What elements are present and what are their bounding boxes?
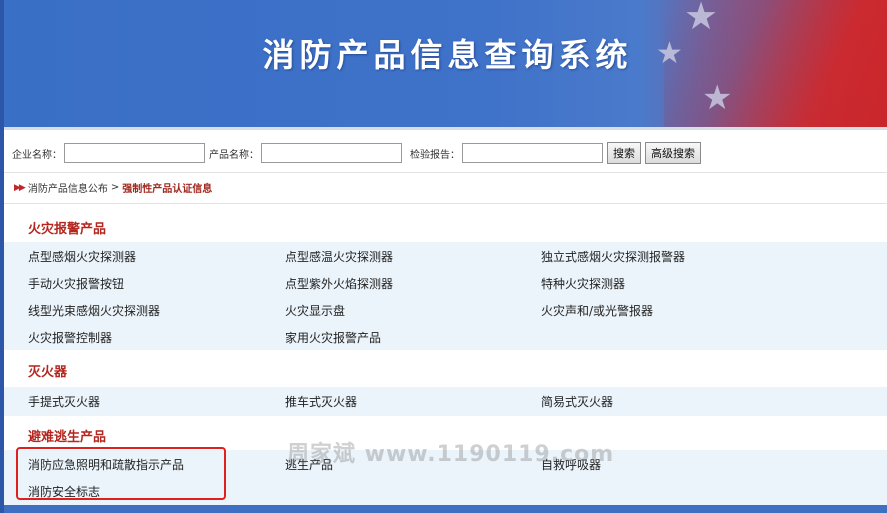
item-row: 线型光束感烟火灾探测器 火灾显示盘 火灾声和/或光警报器: [4, 296, 887, 323]
product-name-label: 产品名称：: [209, 149, 259, 161]
divider: [4, 172, 887, 173]
company-name-label: 企业名称：: [12, 149, 62, 161]
bottom-bar: [4, 505, 887, 513]
category-title-evacuation: 避难逃生产品: [28, 430, 107, 445]
star-icon: ★: [702, 78, 733, 118]
product-link[interactable]: 火灾声和/或光警报器: [541, 302, 653, 319]
banner-divider: [0, 127, 887, 130]
product-link[interactable]: 特种火灾探测器: [541, 275, 625, 292]
breadcrumb-parent-link[interactable]: 消防产品信息公布: [28, 180, 108, 195]
header-banner: ★ ★ ★ 消防产品信息查询系统: [0, 0, 887, 127]
divider: [4, 203, 887, 204]
product-link[interactable]: 点型紫外火焰探测器: [285, 275, 393, 292]
product-link[interactable]: 手动火灾报警按钮: [28, 275, 124, 292]
product-link[interactable]: 火灾显示盘: [285, 302, 345, 319]
advanced-search-button[interactable]: 高级搜索: [645, 142, 701, 164]
product-link[interactable]: 手提式灭火器: [28, 393, 100, 410]
highlight-box: [16, 447, 226, 500]
page-title: 消防产品信息查询系统: [262, 36, 633, 74]
product-link[interactable]: 简易式灭火器: [541, 393, 613, 410]
product-link[interactable]: 点型感烟火灾探测器: [28, 248, 136, 265]
breadcrumb-current: 强制性产品认证信息: [122, 184, 213, 195]
category-items-fire-alarm: 点型感烟火灾探测器 点型感温火灾探测器 独立式感烟火灾探测报警器 手动火灾报警按…: [4, 242, 887, 350]
double-arrow-icon: ▶▶: [14, 182, 26, 193]
product-link[interactable]: 独立式感烟火灾探测报警器: [541, 248, 685, 265]
test-report-label: 检验报告：: [410, 149, 460, 161]
product-link[interactable]: 线型光束感烟火灾探测器: [28, 302, 160, 319]
search-button[interactable]: 搜索: [607, 142, 641, 164]
product-name-input[interactable]: [261, 143, 402, 163]
category-title-extinguishers: 灭火器: [28, 365, 68, 380]
company-name-input[interactable]: [64, 143, 205, 163]
category-items-extinguishers: 手提式灭火器 推车式灭火器 简易式灭火器: [4, 387, 887, 416]
product-link[interactable]: 推车式灭火器: [285, 393, 357, 410]
item-row: 手动火灾报警按钮 点型紫外火焰探测器 特种火灾探测器: [4, 269, 887, 296]
test-report-input[interactable]: [462, 143, 603, 163]
item-row: 手提式灭火器 推车式灭火器 简易式灭火器: [4, 387, 887, 414]
item-row: 点型感烟火灾探测器 点型感温火灾探测器 独立式感烟火灾探测报警器: [4, 242, 887, 269]
breadcrumb-separator: >: [110, 182, 120, 193]
product-link[interactable]: 火灾报警控制器: [28, 329, 112, 346]
breadcrumb: ▶▶ 消防产品信息公布 > 强制性产品认证信息: [14, 180, 212, 195]
watermark: 周家斌 www.1190119.com: [287, 442, 615, 467]
product-link[interactable]: 点型感温火灾探测器: [285, 248, 393, 265]
product-link[interactable]: 家用火灾报警产品: [285, 329, 381, 346]
category-title-fire-alarm: 火灾报警产品: [28, 222, 107, 237]
item-row: 火灾报警控制器 家用火灾报警产品: [4, 323, 887, 350]
search-bar: 企业名称： 产品名称： 检验报告： 搜索 高级搜索: [4, 138, 887, 168]
